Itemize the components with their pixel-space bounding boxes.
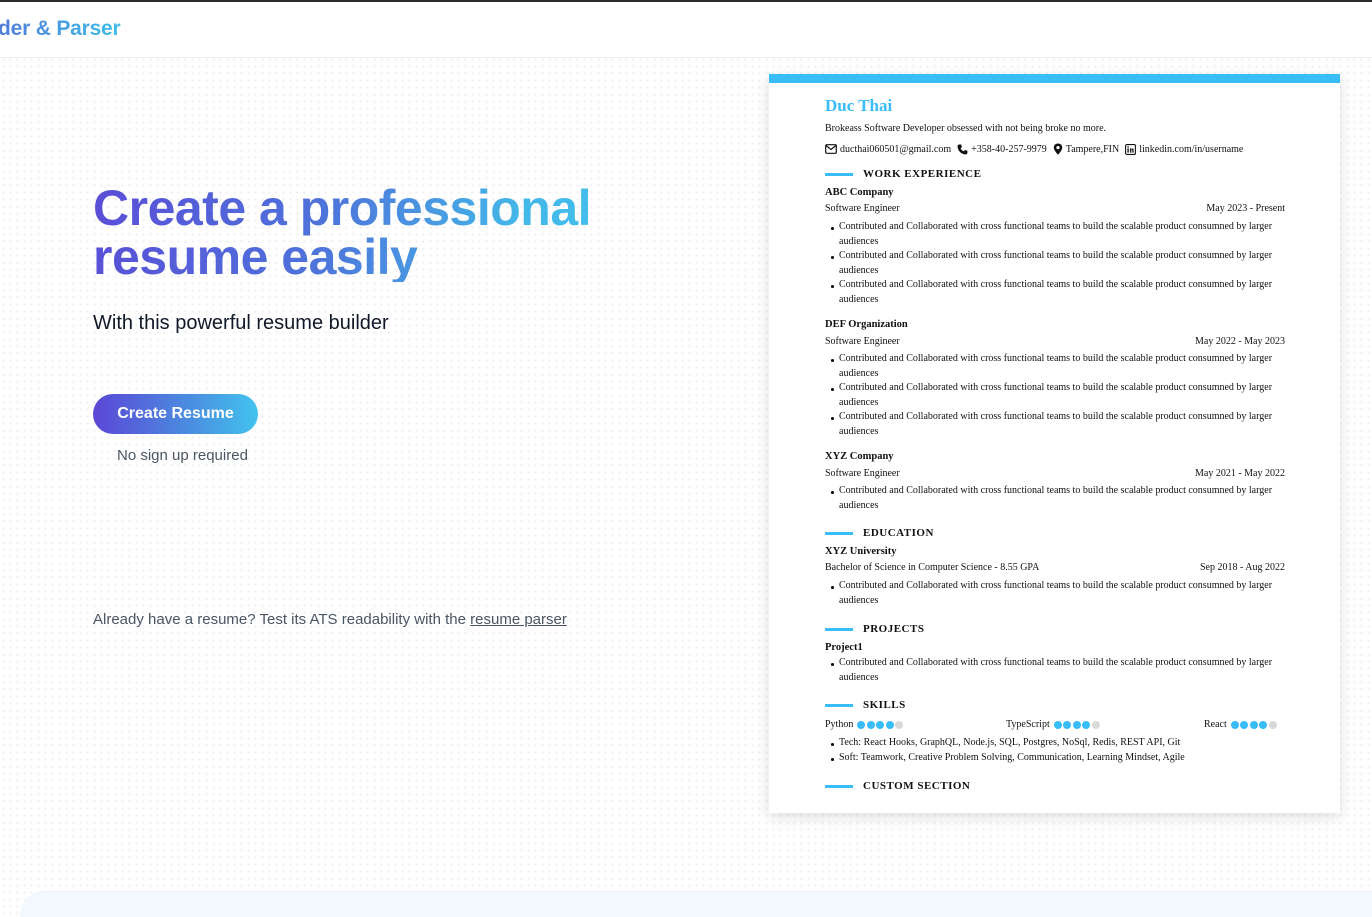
project-name: Project1: [825, 642, 863, 653]
job-title: Software Engineer: [825, 468, 900, 479]
skill-react: React: [1204, 719, 1278, 730]
job-bullet: Contributed and Collaborated with cross …: [831, 381, 1285, 410]
education-degree: Bachelor of Science in Computer Science …: [825, 562, 1040, 573]
contact-location: Tampere,FIN: [1053, 143, 1119, 155]
skill-python: Python: [825, 719, 905, 730]
job-title: Software Engineer: [825, 336, 900, 347]
hero-subtitle: With this powerful resume builder: [93, 312, 389, 334]
contact-linkedin-text: linkedin.com/in/username: [1139, 143, 1244, 155]
education-date: Sep 2018 - Aug 2022: [1200, 562, 1285, 573]
mail-icon: [825, 144, 837, 154]
resume-parser-link[interactable]: resume parser: [470, 611, 567, 628]
job-date: May 2021 - May 2022: [1195, 468, 1285, 479]
job-row: Software Engineer May 2023 - Present: [825, 203, 1285, 214]
rating-dot-filled: [1053, 720, 1062, 729]
section-work-title: WORK EXPERIENCE: [863, 168, 982, 180]
resume-contacts: ducthai060501@gmail.com +358-40-257-9979…: [825, 142, 1249, 156]
contact-location-text: Tampere,FIN: [1065, 143, 1120, 155]
section-custom-title: CUSTOM SECTION: [863, 780, 971, 792]
section-bar: [825, 784, 853, 788]
rating-dot-filled: [857, 720, 866, 729]
hero-title: Create a professional resume easily: [93, 183, 653, 282]
resume-accent-bar: [769, 74, 1340, 83]
no-signup-note: No sign up required: [117, 447, 248, 464]
contact-phone: +358-40-257-9979: [957, 144, 1047, 155]
skill-name: React: [1204, 719, 1227, 730]
contact-email-text: ducthai060501@gmail.com: [840, 143, 952, 155]
create-resume-button[interactable]: Create Resume: [93, 394, 258, 434]
phone-icon: [957, 144, 968, 154]
job-date: May 2022 - May 2023: [1195, 336, 1285, 347]
section-education-title: EDUCATION: [863, 527, 934, 539]
resume-name: Duc Thai: [825, 96, 893, 115]
section-bar: [825, 627, 853, 631]
section-projects: PROJECTS: [825, 623, 924, 635]
section-projects-title: PROJECTS: [863, 623, 925, 635]
skill-rating: [857, 720, 905, 729]
project-bullet: Contributed and Collaborated with cross …: [831, 656, 1285, 685]
rating-dot-filled: [1063, 720, 1072, 729]
section-bar: [825, 703, 853, 707]
rating-dot-empty: [1091, 720, 1100, 729]
job-bullet: Contributed and Collaborated with cross …: [831, 410, 1285, 439]
education-row: Bachelor of Science in Computer Science …: [825, 562, 1285, 573]
next-section-panel: [20, 891, 1372, 917]
skill-typescript: TypeScript: [1006, 719, 1101, 730]
job-row: Software Engineer May 2021 - May 2022: [825, 468, 1285, 479]
skill-rating: [1230, 720, 1279, 729]
resume-summary: Brokeass Software Developer obsessed wit…: [825, 123, 1107, 134]
rating-dot-empty: [1268, 720, 1277, 729]
rating-dot-filled: [1259, 720, 1268, 729]
job-bullet: Contributed and Collaborated with cross …: [831, 352, 1285, 381]
site-logo[interactable]: der & Parser: [0, 17, 121, 41]
rating-dot-filled: [1082, 720, 1091, 729]
skill-name: TypeScript: [1006, 719, 1050, 730]
section-skills-title: SKILLS: [863, 699, 906, 711]
contact-email: ducthai060501@gmail.com: [825, 144, 951, 155]
job-date: May 2023 - Present: [1206, 203, 1285, 214]
skill-rating: [1053, 720, 1102, 729]
job-company: ABC Company: [825, 187, 894, 198]
job-bullet: Contributed and Collaborated with cross …: [831, 278, 1285, 307]
skill-name: Python: [825, 719, 854, 730]
job-company: XYZ Company: [825, 451, 894, 462]
top-nav: der & Parser: [0, 2, 1372, 58]
skill-list: Soft: Teamwork, Creative Problem Solving…: [831, 751, 1285, 766]
rating-dot-filled: [1230, 720, 1239, 729]
rating-dot-filled: [1072, 720, 1081, 729]
section-work-experience: WORK EXPERIENCE: [825, 168, 981, 180]
rating-dot-filled: [866, 720, 875, 729]
section-custom: CUSTOM SECTION: [825, 780, 970, 792]
rating-dot-filled: [1240, 720, 1249, 729]
job-title: Software Engineer: [825, 203, 900, 214]
rating-dot-filled: [876, 720, 885, 729]
job-row: Software Engineer May 2022 - May 2023: [825, 336, 1285, 347]
rating-dot-empty: [895, 720, 904, 729]
section-bar: [825, 172, 853, 176]
contact-linkedin: linkedin.com/in/username: [1125, 144, 1243, 155]
rating-dot-filled: [885, 720, 894, 729]
job-company: DEF Organization: [825, 319, 908, 330]
parser-prompt-text: Already have a resume? Test its ATS read…: [93, 611, 471, 628]
contact-phone-text: +358-40-257-9979: [971, 143, 1047, 155]
location-icon: [1053, 143, 1062, 155]
section-skills: SKILLS: [825, 699, 906, 711]
rating-dot-filled: [1249, 720, 1258, 729]
education-school: XYZ University: [825, 546, 897, 557]
job-bullet: Contributed and Collaborated with cross …: [831, 484, 1285, 513]
linkedin-icon: [1125, 143, 1137, 155]
job-bullet: Contributed and Collaborated with cross …: [831, 249, 1285, 278]
resume-preview: Duc Thai Brokeass Software Developer obs…: [769, 74, 1340, 813]
job-bullet: Contributed and Collaborated with cross …: [831, 220, 1285, 249]
education-bullet: Contributed and Collaborated with cross …: [831, 579, 1285, 608]
skill-list: Tech: React Hooks, GraphQL, Node.js, SQL…: [831, 736, 1285, 751]
section-education: EDUCATION: [825, 527, 934, 539]
parser-prompt: Already have a resume? Test its ATS read…: [93, 611, 567, 628]
section-bar: [825, 531, 853, 535]
